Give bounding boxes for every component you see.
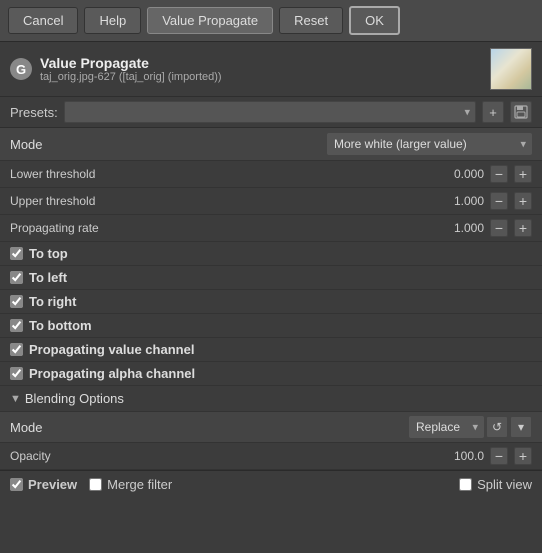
preview-checkbox[interactable] <box>10 478 23 491</box>
upper-threshold-row: Upper threshold 1.000 − + <box>0 188 542 215</box>
lower-threshold-row: Lower threshold 0.000 − + <box>0 161 542 188</box>
split-view-checkbox[interactable] <box>459 478 472 491</box>
toolbar: Cancel Help Value Propagate Reset OK <box>0 0 542 42</box>
propagating-rate-label: Propagating rate <box>10 221 438 235</box>
lower-threshold-minus[interactable]: − <box>490 165 508 183</box>
propagating-value-channel-checkbox[interactable] <box>10 343 23 356</box>
upper-threshold-label: Upper threshold <box>10 194 438 208</box>
blending-options-header[interactable]: ▼ Blending Options <box>0 386 542 412</box>
blend-mode-select[interactable]: Replace Behind Multiply <box>409 416 484 438</box>
propagating-alpha-channel-checkbox[interactable] <box>10 367 23 380</box>
blending-options-title: Blending Options <box>25 391 124 406</box>
presets-row: Presets: + <box>0 97 542 128</box>
presets-label: Presets: <box>10 105 58 120</box>
upper-threshold-value: 1.000 <box>444 194 484 208</box>
to-bottom-row: To bottom <box>0 314 542 338</box>
save-icon <box>514 105 528 119</box>
main-mode-row: Mode More white (larger value) More blac… <box>0 128 542 161</box>
propagating-value-channel-row: Propagating value channel <box>0 338 542 362</box>
to-left-checkbox[interactable] <box>10 271 23 284</box>
header-text: Value Propagate taj_orig.jpg-627 ([taj_o… <box>40 55 482 83</box>
ok-button[interactable]: OK <box>349 6 400 35</box>
mode-label: Mode <box>10 137 327 152</box>
propagating-alpha-channel-row: Propagating alpha channel <box>0 362 542 386</box>
propagating-value-channel-label[interactable]: Propagating value channel <box>29 342 194 357</box>
opacity-minus[interactable]: − <box>490 447 508 465</box>
help-button[interactable]: Help <box>84 7 141 34</box>
split-view-label[interactable]: Split view <box>477 477 532 492</box>
lower-threshold-plus[interactable]: + <box>514 165 532 183</box>
blend-reset-button[interactable]: ↺ <box>486 416 508 438</box>
opacity-plus[interactable]: + <box>514 447 532 465</box>
lower-threshold-label: Lower threshold <box>10 167 438 181</box>
g-icon: G <box>10 58 32 80</box>
blend-mode-label: Mode <box>10 420 403 435</box>
preview-label[interactable]: Preview <box>28 477 77 492</box>
reset-button[interactable]: Reset <box>279 7 343 34</box>
preview-wrap: Preview <box>10 477 77 492</box>
propagating-rate-minus[interactable]: − <box>490 219 508 237</box>
presets-select[interactable] <box>64 101 476 123</box>
merge-filter-label[interactable]: Merge filter <box>107 477 172 492</box>
to-bottom-checkbox[interactable] <box>10 319 23 332</box>
propagating-alpha-channel-label[interactable]: Propagating alpha channel <box>29 366 195 381</box>
blend-mode-row: Mode Replace Behind Multiply ↺ ▾ <box>0 412 542 443</box>
presets-select-wrap <box>64 101 476 123</box>
presets-save-button[interactable] <box>510 101 532 123</box>
propagating-rate-value: 1.000 <box>444 221 484 235</box>
to-top-checkbox[interactable] <box>10 247 23 260</box>
cancel-button[interactable]: Cancel <box>8 7 78 34</box>
opacity-value: 100.0 <box>444 449 484 463</box>
to-left-row: To left <box>0 266 542 290</box>
mode-select-wrap: More white (larger value) More black (sm… <box>327 133 532 155</box>
merge-filter-checkbox[interactable] <box>89 478 102 491</box>
footer-row: Preview Merge filter Split view <box>0 470 542 498</box>
header-subtitle: taj_orig.jpg-627 ([taj_orig] (imported)) <box>40 71 482 83</box>
thumbnail-image <box>491 49 531 89</box>
blend-icons: Replace Behind Multiply ↺ ▾ <box>409 416 532 438</box>
upper-threshold-minus[interactable]: − <box>490 192 508 210</box>
to-right-label[interactable]: To right <box>29 294 76 309</box>
merge-filter-wrap: Merge filter <box>89 477 172 492</box>
value-propagate-tab[interactable]: Value Propagate <box>147 7 273 34</box>
to-top-label[interactable]: To top <box>29 246 68 261</box>
split-view-wrap: Split view <box>459 477 532 492</box>
lower-threshold-value: 0.000 <box>444 167 484 181</box>
blend-select-wrap: Replace Behind Multiply <box>409 416 484 438</box>
mode-select[interactable]: More white (larger value) More black (sm… <box>327 133 532 155</box>
opacity-row: Opacity 100.0 − + <box>0 443 542 470</box>
to-right-row: To right <box>0 290 542 314</box>
blending-options-content: Mode Replace Behind Multiply ↺ ▾ Opacity… <box>0 412 542 470</box>
to-left-label[interactable]: To left <box>29 270 67 285</box>
to-top-row: To top <box>0 242 542 266</box>
propagating-rate-row: Propagating rate 1.000 − + <box>0 215 542 242</box>
opacity-label: Opacity <box>10 449 438 463</box>
upper-threshold-plus[interactable]: + <box>514 192 532 210</box>
to-right-checkbox[interactable] <box>10 295 23 308</box>
thumbnail <box>490 48 532 90</box>
blend-extra-button[interactable]: ▾ <box>510 416 532 438</box>
header-row: G Value Propagate taj_orig.jpg-627 ([taj… <box>0 42 542 97</box>
to-bottom-label[interactable]: To bottom <box>29 318 92 333</box>
presets-add-button[interactable]: + <box>482 101 504 123</box>
section-collapse-arrow: ▼ <box>10 393 21 405</box>
header-title: Value Propagate <box>40 55 482 71</box>
propagating-rate-plus[interactable]: + <box>514 219 532 237</box>
